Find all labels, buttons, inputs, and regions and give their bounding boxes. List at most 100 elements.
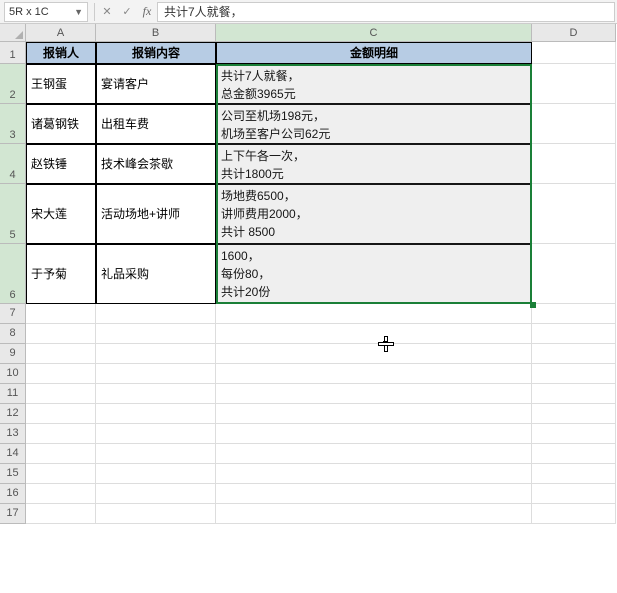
cell-B5[interactable]: 活动场地+讲师 (96, 184, 216, 244)
cell-A13[interactable] (26, 424, 96, 444)
row-header-13[interactable]: 13 (0, 424, 26, 444)
row-header-1[interactable]: 1 (0, 42, 26, 64)
cell-D9[interactable] (532, 344, 616, 364)
col-header-C[interactable]: C (216, 24, 532, 42)
row-header-15[interactable]: 15 (0, 464, 26, 484)
cell-A2[interactable]: 王钢蛋 (26, 64, 96, 104)
cell-C1[interactable]: 金额明细 (216, 42, 532, 64)
chevron-down-icon[interactable]: ▼ (74, 7, 83, 17)
cell-A16[interactable] (26, 484, 96, 504)
cell-B2[interactable]: 宴请客户 (96, 64, 216, 104)
cell-A4[interactable]: 赵铁锤 (26, 144, 96, 184)
row-header-3[interactable]: 3 (0, 104, 26, 144)
cell-B14[interactable] (96, 444, 216, 464)
cell-A3[interactable]: 诸葛钢铁 (26, 104, 96, 144)
cell-C8[interactable] (216, 324, 532, 344)
cell-D11[interactable] (532, 384, 616, 404)
row-header-7[interactable]: 7 (0, 304, 26, 324)
cell-C4[interactable]: 上下午各一次， 共计1800元 (216, 144, 532, 184)
col-header-D[interactable]: D (532, 24, 616, 42)
cell-D5[interactable] (532, 184, 616, 244)
cell-A7[interactable] (26, 304, 96, 324)
cell-D12[interactable] (532, 404, 616, 424)
cell-C6[interactable]: 1600， 每份80， 共计20份 (216, 244, 532, 304)
cell-A1[interactable]: 报销人 (26, 42, 96, 64)
row-header-4[interactable]: 4 (0, 144, 26, 184)
cell-C12[interactable] (216, 404, 532, 424)
cell-C13[interactable] (216, 424, 532, 444)
select-all-corner[interactable] (0, 24, 26, 42)
row-header-11[interactable]: 11 (0, 384, 26, 404)
cell-B9[interactable] (96, 344, 216, 364)
name-box[interactable]: 5R x 1C ▼ (4, 2, 88, 22)
cell-C16[interactable] (216, 484, 532, 504)
formula-input[interactable]: 共计7人就餐， (157, 2, 615, 22)
cell-B1[interactable]: 报销内容 (96, 42, 216, 64)
row-header-17[interactable]: 17 (0, 504, 26, 524)
cell-C3[interactable]: 公司至机场198元， 机场至客户公司62元 (216, 104, 532, 144)
cell-A11[interactable] (26, 384, 96, 404)
cell-B6[interactable]: 礼品采购 (96, 244, 216, 304)
cell-D4[interactable] (532, 144, 616, 184)
cell-D8[interactable] (532, 324, 616, 344)
cell-A12[interactable] (26, 404, 96, 424)
enter-icon[interactable]: ✓ (117, 2, 137, 22)
row-header-8[interactable]: 8 (0, 324, 26, 344)
cells-area[interactable]: 报销人 报销内容 金额明细 王钢蛋 宴请客户 共计7人就餐， 总金额3965元 … (26, 42, 616, 524)
formula-text: 共计7人就餐， (164, 5, 243, 19)
cell-A10[interactable] (26, 364, 96, 384)
cell-C17[interactable] (216, 504, 532, 524)
cell-B15[interactable] (96, 464, 216, 484)
cell-D7[interactable] (532, 304, 616, 324)
cell-C2[interactable]: 共计7人就餐， 总金额3965元 (216, 64, 532, 104)
cell-D17[interactable] (532, 504, 616, 524)
cell-D3[interactable] (532, 104, 616, 144)
cell-C9[interactable] (216, 344, 532, 364)
cell-B16[interactable] (96, 484, 216, 504)
cell-B4[interactable]: 技术峰会茶歇 (96, 144, 216, 184)
cell-B12[interactable] (96, 404, 216, 424)
cell-A9[interactable] (26, 344, 96, 364)
row-header-12[interactable]: 12 (0, 404, 26, 424)
cell-B11[interactable] (96, 384, 216, 404)
cell-B10[interactable] (96, 364, 216, 384)
row-header-2[interactable]: 2 (0, 64, 26, 104)
divider (94, 3, 95, 21)
cell-B3[interactable]: 出租车费 (96, 104, 216, 144)
cell-B7[interactable] (96, 304, 216, 324)
cell-D14[interactable] (532, 444, 616, 464)
fx-icon[interactable]: fx (137, 2, 157, 22)
cell-D1[interactable] (532, 42, 616, 64)
cell-D10[interactable] (532, 364, 616, 384)
row-header-14[interactable]: 14 (0, 444, 26, 464)
cell-C11[interactable] (216, 384, 532, 404)
row-header-9[interactable]: 9 (0, 344, 26, 364)
cell-C7[interactable] (216, 304, 532, 324)
cell-D16[interactable] (532, 484, 616, 504)
cancel-icon[interactable]: ✕ (97, 2, 117, 22)
cell-D13[interactable] (532, 424, 616, 444)
cell-B13[interactable] (96, 424, 216, 444)
row-header-10[interactable]: 10 (0, 364, 26, 384)
cell-D6[interactable] (532, 244, 616, 304)
cell-A17[interactable] (26, 504, 96, 524)
col-header-B[interactable]: B (96, 24, 216, 42)
cell-D2[interactable] (532, 64, 616, 104)
cell-A14[interactable] (26, 444, 96, 464)
cell-C14[interactable] (216, 444, 532, 464)
row-header-6[interactable]: 6 (0, 244, 26, 304)
cell-C5[interactable]: 场地费6500， 讲师费用2000， 共计 8500 (216, 184, 532, 244)
cell-B8[interactable] (96, 324, 216, 344)
cell-C15[interactable] (216, 464, 532, 484)
cell-A8[interactable] (26, 324, 96, 344)
row-header-16[interactable]: 16 (0, 484, 26, 504)
cell-D15[interactable] (532, 464, 616, 484)
cell-A6[interactable]: 于予菊 (26, 244, 96, 304)
row-header-5[interactable]: 5 (0, 184, 26, 244)
spreadsheet-grid[interactable]: A B C D 1 2 3 4 5 6 7 8 9 10 11 12 13 14… (0, 24, 617, 524)
col-header-A[interactable]: A (26, 24, 96, 42)
cell-B17[interactable] (96, 504, 216, 524)
cell-A15[interactable] (26, 464, 96, 484)
cell-A5[interactable]: 宋大莲 (26, 184, 96, 244)
cell-C10[interactable] (216, 364, 532, 384)
